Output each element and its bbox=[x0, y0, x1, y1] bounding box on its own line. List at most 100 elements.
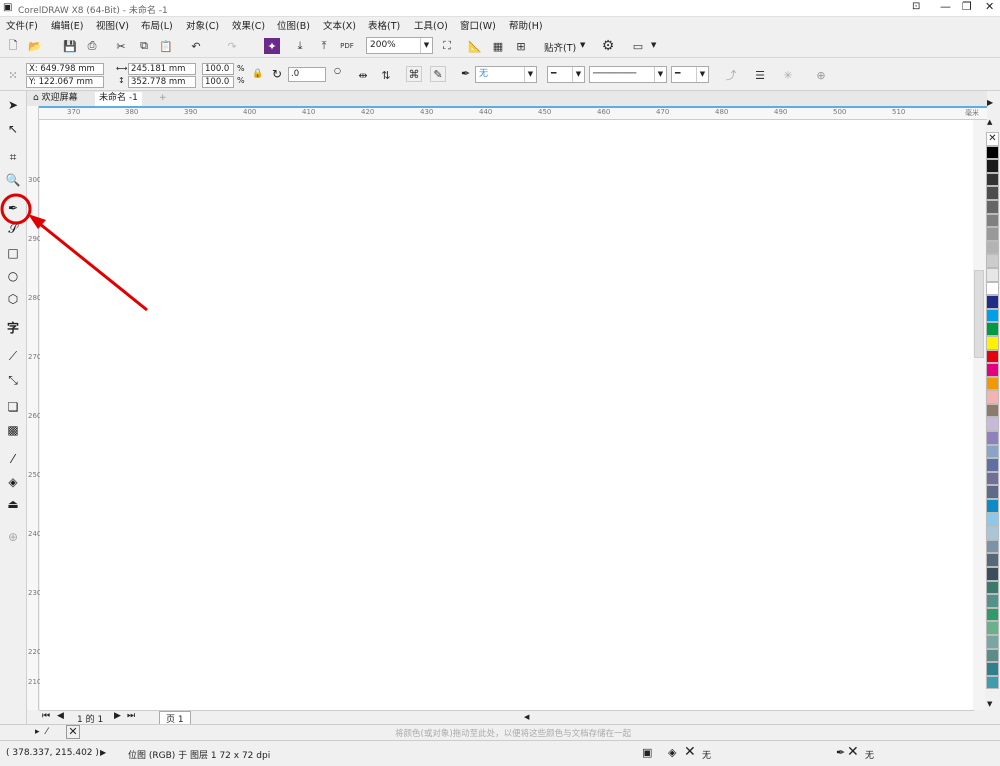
open-icon[interactable]: 📂 bbox=[27, 38, 43, 54]
close-curve-icon[interactable]: ⤴ bbox=[723, 67, 739, 83]
color-management-icon[interactable]: ▣ bbox=[642, 746, 652, 759]
tab-welcome[interactable]: ⌂ 欢迎屏幕 bbox=[29, 92, 82, 106]
pick-tool-icon[interactable]: ➤ bbox=[4, 96, 22, 114]
chevron-down-icon[interactable]: ▼ bbox=[651, 41, 656, 49]
menu-edit[interactable]: 编辑(E) bbox=[51, 18, 83, 32]
undo-icon[interactable]: ↶ bbox=[188, 38, 204, 54]
color-swatch[interactable] bbox=[986, 186, 999, 200]
search-content-icon[interactable]: ✦ bbox=[264, 38, 280, 54]
color-swatch[interactable] bbox=[986, 607, 999, 622]
color-swatch[interactable] bbox=[986, 444, 999, 459]
last-page-icon[interactable]: ⏭ bbox=[127, 711, 135, 721]
no-color-swatch[interactable]: ✕ bbox=[986, 132, 999, 146]
color-swatch[interactable] bbox=[986, 526, 999, 540]
x-position-field[interactable]: X: 649.798 mm bbox=[26, 63, 104, 75]
copy-icon[interactable]: ⧉ bbox=[136, 38, 152, 54]
minimize-button[interactable]: — bbox=[940, 0, 951, 13]
color-swatch[interactable] bbox=[986, 295, 999, 309]
height-field[interactable]: 352.778 mm bbox=[128, 76, 196, 88]
menu-effects[interactable]: 效果(C) bbox=[232, 18, 265, 32]
color-swatch[interactable] bbox=[986, 349, 999, 364]
node-icon[interactable]: ⌘ bbox=[406, 66, 422, 82]
edit-path-icon[interactable]: ✎ bbox=[430, 66, 446, 82]
color-swatch[interactable] bbox=[986, 281, 999, 296]
lock-ratio-icon[interactable]: 🔒 bbox=[252, 69, 263, 79]
drop-shadow-tool-icon[interactable]: ❏ bbox=[4, 398, 22, 416]
color-swatch[interactable] bbox=[986, 431, 999, 445]
scroll-thumb[interactable] bbox=[974, 270, 984, 358]
add-icon[interactable]: ⊕ bbox=[813, 67, 829, 83]
redo-icon[interactable]: ↷ bbox=[224, 38, 240, 54]
menu-object[interactable]: 对象(C) bbox=[186, 18, 219, 32]
color-swatch[interactable] bbox=[986, 594, 999, 608]
color-swatch[interactable] bbox=[986, 376, 999, 391]
spray-icon[interactable]: ✳ bbox=[780, 67, 796, 83]
color-swatch[interactable] bbox=[986, 471, 999, 486]
start-arrow-select[interactable]: ━ ▼ bbox=[547, 66, 585, 83]
tab-document[interactable]: 未命名 -1 bbox=[95, 92, 142, 106]
eyedropper-tool-icon[interactable]: ⁄ bbox=[4, 450, 22, 468]
color-swatch[interactable] bbox=[986, 485, 999, 500]
vertical-scrollbar[interactable] bbox=[973, 120, 985, 710]
cut-icon[interactable]: ✂ bbox=[113, 38, 129, 54]
color-swatch[interactable] bbox=[986, 240, 999, 255]
color-swatch[interactable] bbox=[986, 227, 999, 241]
crop-tool-icon[interactable]: ⌗ bbox=[4, 148, 22, 166]
show-guidelines-icon[interactable]: ⊞ bbox=[513, 38, 529, 54]
palette-down-icon[interactable]: ▼ bbox=[987, 700, 992, 708]
no-color-swatch[interactable]: ✕ bbox=[66, 725, 80, 739]
publish-pdf-icon[interactable]: PDF bbox=[339, 38, 355, 54]
color-swatch[interactable] bbox=[986, 159, 999, 173]
interactive-fill-icon[interactable]: ◈ bbox=[4, 473, 22, 491]
show-grid-icon[interactable]: ▦ bbox=[490, 38, 506, 54]
connector-tool-icon[interactable]: ⤡ bbox=[4, 371, 22, 389]
first-page-icon[interactable]: ⏮ bbox=[42, 711, 50, 721]
color-swatch[interactable] bbox=[986, 213, 999, 228]
text-tool-icon[interactable]: 字 bbox=[4, 318, 22, 336]
import-icon[interactable]: ⤓ bbox=[292, 38, 308, 54]
color-swatch[interactable] bbox=[986, 580, 999, 595]
color-swatch[interactable] bbox=[986, 145, 999, 160]
show-rulers-icon[interactable]: 📐 bbox=[467, 38, 483, 54]
menu-table[interactable]: 表格(T) bbox=[368, 18, 400, 32]
add-tab-icon[interactable]: + bbox=[155, 92, 171, 106]
color-swatch[interactable] bbox=[986, 390, 999, 404]
menu-layout[interactable]: 布局(L) bbox=[141, 18, 173, 32]
color-swatch[interactable] bbox=[986, 403, 999, 418]
rotation-field[interactable]: .0 bbox=[288, 67, 326, 82]
color-swatch[interactable] bbox=[986, 499, 999, 513]
next-page-icon[interactable]: ▶ bbox=[114, 711, 121, 721]
scroll-left-icon[interactable]: ◀ bbox=[524, 713, 534, 722]
smart-fill-icon[interactable]: ⏏ bbox=[4, 495, 22, 513]
menu-window[interactable]: 窗口(W) bbox=[460, 18, 496, 32]
options-gear-icon[interactable]: ⚙ bbox=[600, 38, 616, 54]
color-swatch[interactable] bbox=[986, 199, 999, 214]
dimension-tool-icon[interactable]: ⟋ bbox=[4, 347, 22, 365]
fill-select[interactable]: 无 ▼ bbox=[475, 66, 537, 83]
palette-up-icon[interactable]: ▲ bbox=[987, 118, 992, 126]
color-swatch[interactable] bbox=[986, 567, 999, 581]
line-style-select[interactable]: ──────── ▼ bbox=[589, 66, 667, 83]
eyedropper-icon[interactable]: ⁄ bbox=[46, 727, 48, 737]
color-swatch[interactable] bbox=[986, 417, 999, 432]
color-swatch[interactable] bbox=[986, 512, 999, 527]
color-swatch[interactable] bbox=[986, 335, 999, 350]
paste-icon[interactable]: 📋 bbox=[158, 38, 174, 54]
play-icon[interactable]: ▶ bbox=[100, 748, 106, 757]
scale-x-field[interactable]: 100.0 bbox=[202, 63, 234, 75]
export-icon[interactable]: ⤒ bbox=[316, 38, 332, 54]
menu-tools[interactable]: 工具(O) bbox=[414, 18, 448, 32]
color-swatch[interactable] bbox=[986, 539, 999, 554]
snap-to-menu[interactable]: 贴齐(T) bbox=[544, 40, 576, 54]
drawing-canvas[interactable] bbox=[40, 120, 985, 710]
color-swatch[interactable] bbox=[986, 363, 999, 377]
chevron-down-icon[interactable]: ▼ bbox=[580, 41, 585, 49]
color-swatch[interactable] bbox=[986, 553, 999, 567]
palette-arrow-icon[interactable]: ▸ bbox=[35, 727, 40, 737]
y-position-field[interactable]: Y: 122.067 mm bbox=[26, 76, 104, 88]
color-swatch[interactable] bbox=[986, 648, 999, 663]
new-document-icon[interactable]: 🗋 bbox=[5, 38, 21, 54]
chevron-right-icon[interactable]: ▶ bbox=[987, 98, 993, 107]
color-swatch[interactable] bbox=[986, 621, 999, 635]
prev-page-icon[interactable]: ◀ bbox=[57, 711, 64, 721]
